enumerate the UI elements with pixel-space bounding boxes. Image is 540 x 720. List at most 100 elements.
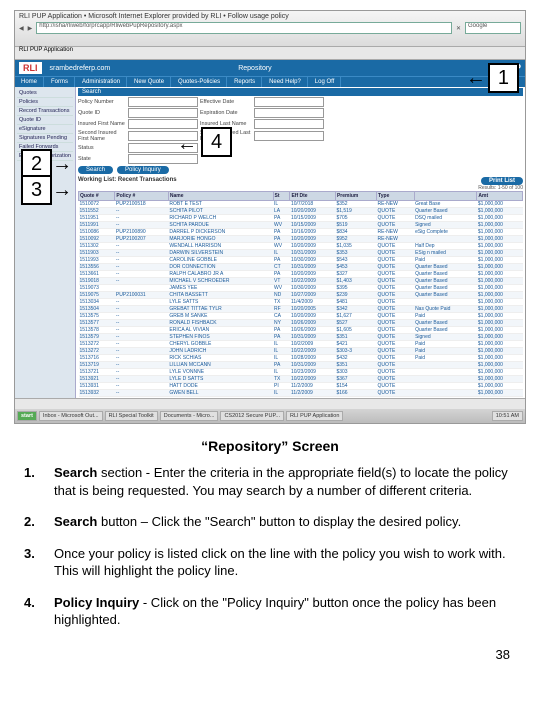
table-row[interactable]: 1513721--LYLE VONNNEIL10/23/2009$303QUOT… [79, 369, 523, 376]
table-row[interactable]: 1519018--MICHAEL V SCHROEDERVT10/22/2009… [79, 278, 523, 285]
table-row[interactable]: 1519073JAMES YEEWV10/30/2009$395QUOTEQua… [79, 285, 523, 292]
column-header[interactable] [414, 192, 477, 201]
column-header[interactable]: St [273, 192, 290, 201]
input-policy-number[interactable] [128, 97, 198, 107]
nav-item[interactable]: Log Off [309, 77, 342, 87]
os-taskbar: start Inbox - Microsoft Out...RLI Specia… [15, 409, 525, 423]
input-effective[interactable] [254, 97, 324, 107]
label-quote-id: Quote ID [78, 110, 126, 116]
sidebar-item[interactable]: Record Transactions [17, 107, 73, 116]
input-insured-last[interactable] [254, 119, 324, 129]
column-header[interactable]: Quote # [79, 192, 115, 201]
input-second-last[interactable] [254, 131, 324, 141]
column-header[interactable]: Name [168, 192, 273, 201]
forward-icon[interactable]: ▶ [28, 25, 33, 32]
app-nav: HomeFormsAdministrationNew QuoteQuotes-P… [15, 76, 525, 87]
sidebar-item[interactable]: Policies [17, 98, 73, 107]
label-second-first: Second Insured First Name [78, 130, 126, 142]
table-row[interactable]: 1513661--RALPH CALABRO JR APA10/20/2009$… [79, 271, 523, 278]
app-header: RLI srambedreferp.com Repository PUP [15, 60, 525, 76]
callout-3: 3→ [21, 179, 52, 202]
taskbar-item[interactable]: Inbox - Microsoft Out... [39, 411, 103, 421]
brand-url: srambedreferp.com [50, 65, 111, 72]
input-quote-id[interactable] [128, 108, 198, 118]
table-row[interactable]: 1513577--RONALD FISHBACKNY10/26/2009$527… [79, 320, 523, 327]
app-screenshot: 1 2→ 3→ ←4 RLI PUP Application • Microso… [14, 10, 526, 424]
nav-item[interactable]: Administration [76, 77, 127, 87]
table-row[interactable]: 1519075PUP2100031CHITA BASSETTND10/27/20… [79, 292, 523, 299]
policy-inquiry-button[interactable]: Policy Inquiry [117, 166, 169, 174]
table-row[interactable]: 1510072PUP2100518ROBT E TESTIL10/7/2018$… [79, 201, 523, 208]
table-row[interactable]: 1511552--SCHITA PILOTLA10/20/2009$1,519Q… [79, 208, 523, 215]
table-row[interactable]: 1513931--HATT DODEPI11/2/2009$154QUOTE$1… [79, 383, 523, 390]
sidebar-item[interactable]: Signatures Pending [17, 134, 73, 143]
taskbar-clock: 10:51 AM [492, 411, 523, 421]
browser-chrome: RLI PUP Application • Microsoft Internet… [15, 11, 525, 47]
column-header[interactable]: Eff Dte [290, 192, 336, 201]
nav-item[interactable]: Need Help? [263, 77, 308, 87]
column-header[interactable]: Amt [477, 192, 523, 201]
window-title: RLI PUP Application • Microsoft Internet… [19, 13, 289, 20]
callout-1: 1 [466, 67, 519, 90]
search-button[interactable]: Search [78, 166, 113, 174]
sidebar-item[interactable]: Quotes [17, 89, 73, 98]
search-form: Policy Number Effective Date Quote ID Ex… [78, 97, 523, 164]
page-number: 38 [0, 647, 510, 662]
table-row[interactable]: 1513579--STEPHEN FINOSPA10/31/2009$351QU… [79, 334, 523, 341]
table-row[interactable]: 1513716--RICK SCHIASIL10/28/2009$432QUOT… [79, 355, 523, 362]
input-insured-first[interactable] [128, 119, 198, 129]
nav-item[interactable]: Reports [228, 77, 262, 87]
callout-4: ←4 [201, 131, 232, 154]
sidebar-item[interactable]: Quote ID [17, 116, 73, 125]
table-row[interactable]: 1513921--LYLE D SATTSTX10/22/2009$367QUO… [79, 376, 523, 383]
search-box[interactable]: Google [465, 22, 521, 34]
table-row[interactable]: 1511991--SCHITA PARDUEWV10/15/2009$519QU… [79, 222, 523, 229]
instruction-item: 3.Once your policy is listed click on th… [24, 545, 516, 580]
start-button[interactable]: start [17, 411, 37, 421]
nav-item[interactable]: Home [15, 77, 44, 87]
table-row[interactable]: 1513034--LYLE SATTSTX11/4/2009$481QUOTE$… [79, 299, 523, 306]
label-status: Status [78, 145, 126, 151]
browser-tab[interactable]: RLI PUP Application [19, 47, 73, 53]
results-title: Working List: Recent Transactions [78, 177, 177, 185]
taskbar-item[interactable]: Documents - Micro... [160, 411, 219, 421]
instruction-item: 1.Search section - Enter the criteria in… [24, 464, 516, 499]
nav-item[interactable]: Forms [45, 77, 75, 87]
back-icon[interactable]: ◀ [19, 25, 24, 32]
label-policy-number: Policy Number [78, 99, 126, 105]
column-header[interactable]: Policy # [115, 192, 168, 201]
label-expiration: Expiration Date [200, 110, 252, 116]
sidebar-item[interactable]: eSignature [17, 125, 73, 134]
browser-tabbar: RLI PUP Application [15, 47, 525, 60]
sidebar: QuotesPoliciesRecord TransactionsQuote I… [15, 87, 76, 398]
taskbar-item[interactable]: RLI Special Toolkit [105, 411, 158, 421]
taskbar-item[interactable]: RLI PUP Application [286, 411, 343, 421]
column-header[interactable]: Type [377, 192, 415, 201]
instruction-item: 2.Search button – Click the "Search" but… [24, 513, 516, 531]
table-row[interactable]: 1510086PUP2100890DARREL P DICKERSONPA10/… [79, 229, 523, 236]
table-row[interactable]: 1513272--CHERYL GOBBLEIL10/2/2009$421QUO… [79, 341, 523, 348]
table-row[interactable]: 1513272--JOHN LADRICHIL10/22/2009$303-3Q… [79, 348, 523, 355]
input-expiration[interactable] [254, 108, 324, 118]
table-row[interactable]: 1510092PUP2100207MARJORIE HONGOPA10/20/2… [79, 236, 523, 243]
nav-item[interactable]: Quotes-Policies [172, 77, 227, 87]
column-header[interactable]: Premium [335, 192, 376, 201]
table-row[interactable]: 1513504--GREBAT TITTAE TYLRRF10/20/2005$… [79, 306, 523, 313]
table-row[interactable]: 1511302--WENDALL HARRISONWV10/20/2009$1,… [79, 243, 523, 250]
table-row[interactable]: 1513575--GREB M SANKECA10/20/2009$1,627Q… [79, 313, 523, 320]
print-list-button[interactable]: Print List [481, 177, 523, 185]
browser-status-bar [15, 398, 525, 409]
table-row[interactable]: 1513578--ERICA AL VIVIANPA10/26/2009$1,6… [79, 327, 523, 334]
nav-item[interactable]: New Quote [128, 77, 171, 87]
table-row[interactable]: 1513719--LILLIAN MCCANNPA10/31/2009$351Q… [79, 362, 523, 369]
table-row[interactable]: 1511951--RICHARD P WELCHPA10/15/2009$705… [79, 215, 523, 222]
table-row[interactable]: 1513556--DOR CONNECTIONCT10/31/2009$453Q… [79, 264, 523, 271]
table-row[interactable]: 1511993--CAROLINE GOBBLEPA10/30/2009$543… [79, 257, 523, 264]
address-bar[interactable]: http://isha/rliweb/forprcapp/RliwebPupRe… [36, 22, 452, 34]
taskbar-item[interactable]: CS2012 Secure PUP... [220, 411, 284, 421]
table-row[interactable]: 1511903--DARWIN SILVERSTEINIL10/31/2009$… [79, 250, 523, 257]
label-effective: Effective Date [200, 99, 252, 105]
search-section-header: Search [78, 88, 523, 96]
callout-2: 2→ [21, 153, 52, 176]
table-row[interactable]: 1513932--GWEN BELLIL11/2/2009$166QUOTE$1… [79, 390, 523, 397]
